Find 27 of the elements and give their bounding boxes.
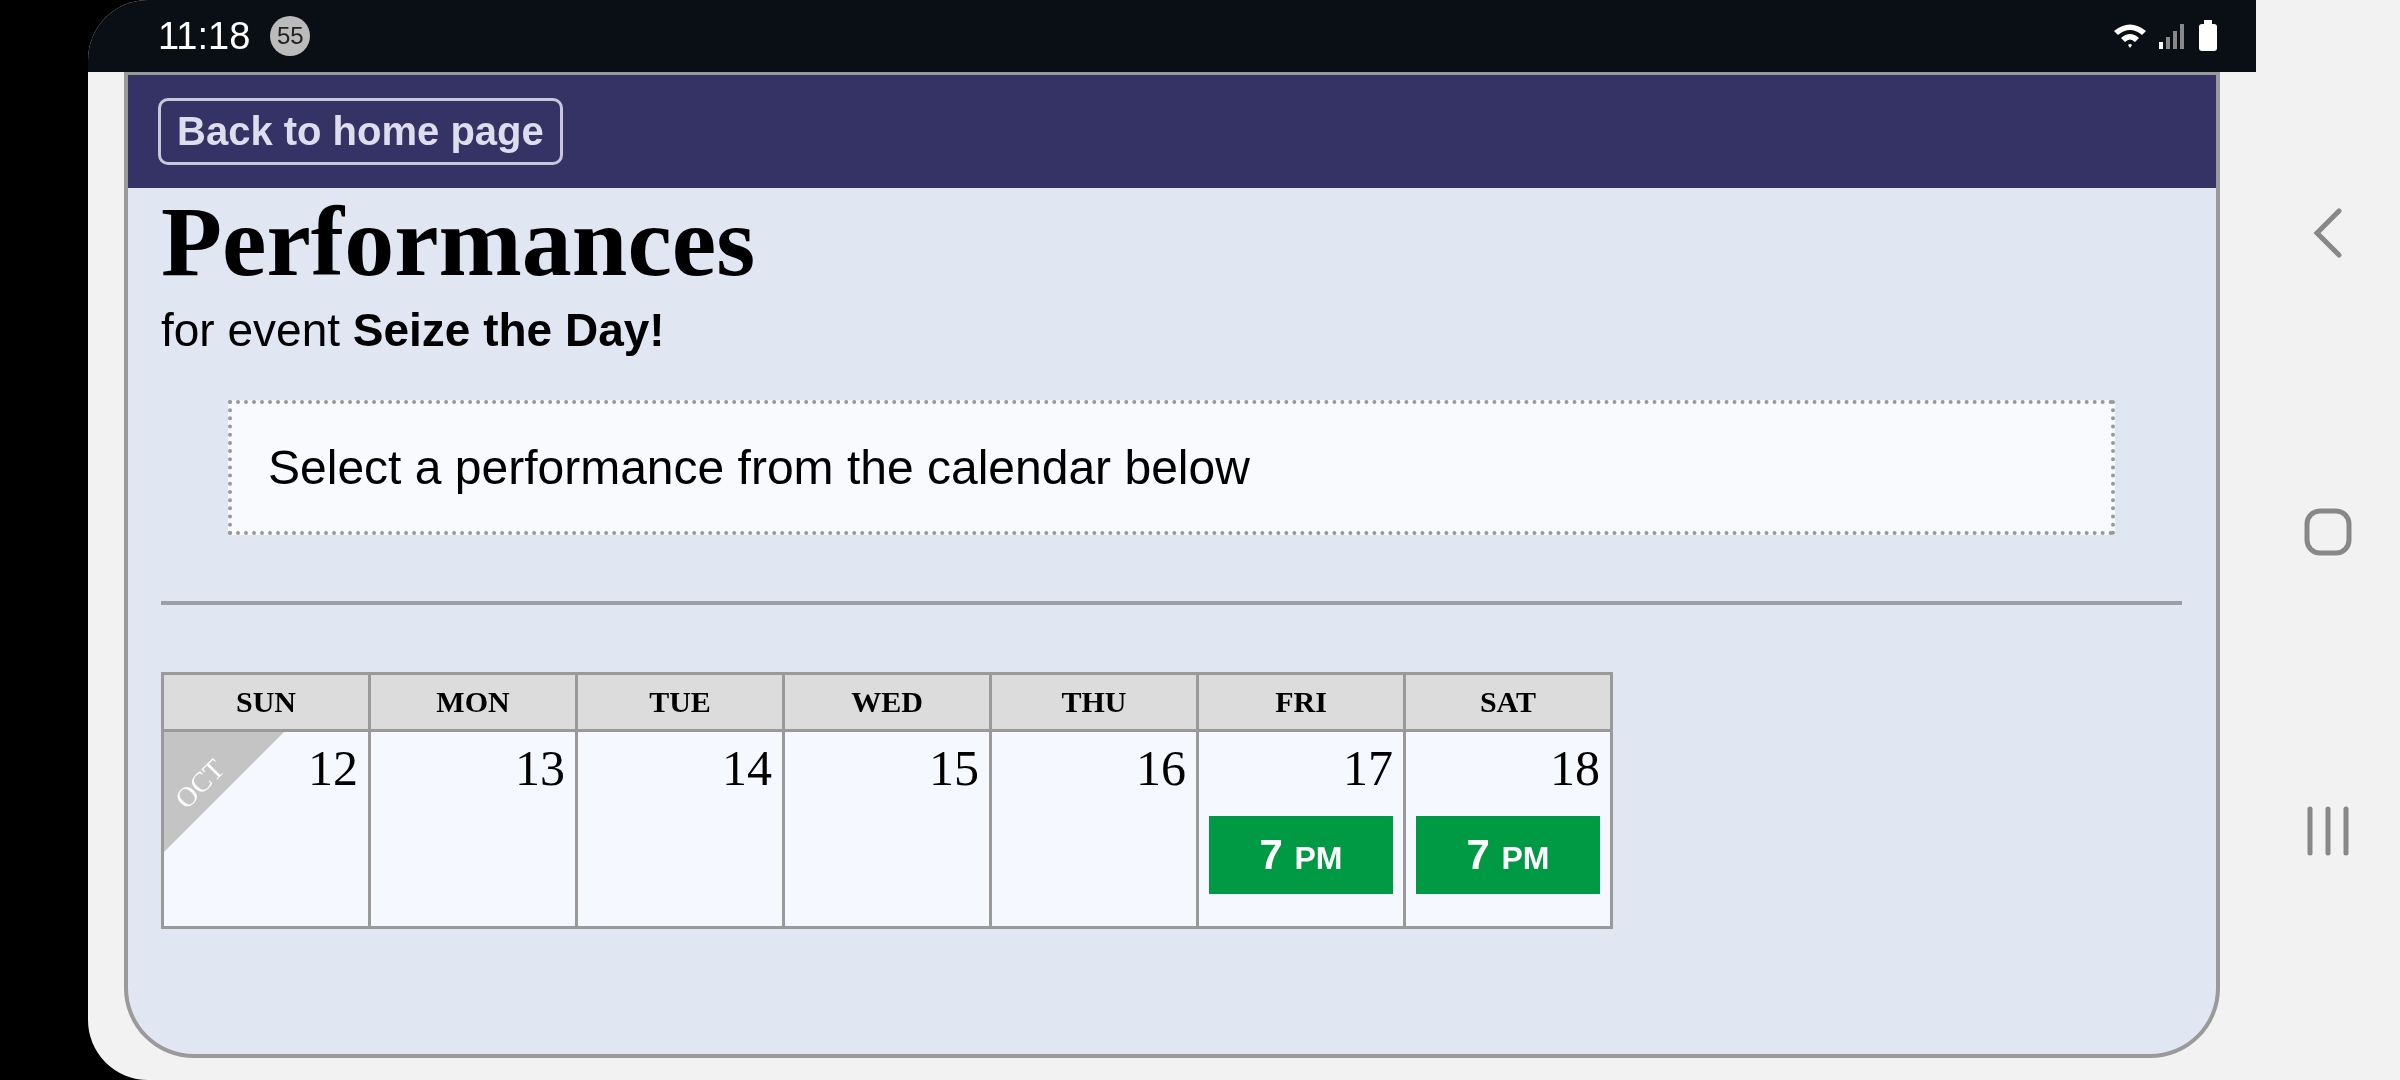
notification-badge: 55 — [270, 16, 311, 56]
back-button[interactable]: Back to home page — [158, 98, 563, 165]
weekday-header: FRI — [1199, 675, 1403, 729]
back-icon[interactable] — [2313, 208, 2343, 258]
weekday-header: TUE — [578, 675, 782, 729]
weekday-header: MON — [371, 675, 575, 729]
date-number: 15 — [929, 739, 979, 798]
performance-button[interactable]: 7 PM — [1209, 816, 1393, 894]
recents-icon[interactable] — [2306, 806, 2350, 856]
home-icon[interactable] — [2304, 508, 2352, 556]
weekday-header: THU — [992, 675, 1196, 729]
date-number: 13 — [515, 739, 565, 798]
weekday-header: SUN — [164, 675, 368, 729]
clock-time: 11:18 — [158, 14, 251, 58]
prompt-box: Select a performance from the calendar below — [228, 400, 2115, 535]
weekday-header: SAT — [1406, 675, 1610, 729]
battery-icon — [2198, 20, 2218, 52]
date-number: 14 — [722, 739, 772, 798]
date-number: 16 — [1136, 739, 1186, 798]
event-subtitle: for event Seize the Day! — [161, 303, 666, 358]
date-number: 18 — [1550, 739, 1600, 798]
wifi-icon — [2112, 22, 2148, 50]
date-number: 17 — [1343, 739, 1393, 798]
date-number: 12 — [308, 739, 358, 798]
page-title: Performances — [161, 192, 757, 292]
performance-button[interactable]: 7 PM — [1416, 816, 1600, 894]
weekday-header: WED — [785, 675, 989, 729]
